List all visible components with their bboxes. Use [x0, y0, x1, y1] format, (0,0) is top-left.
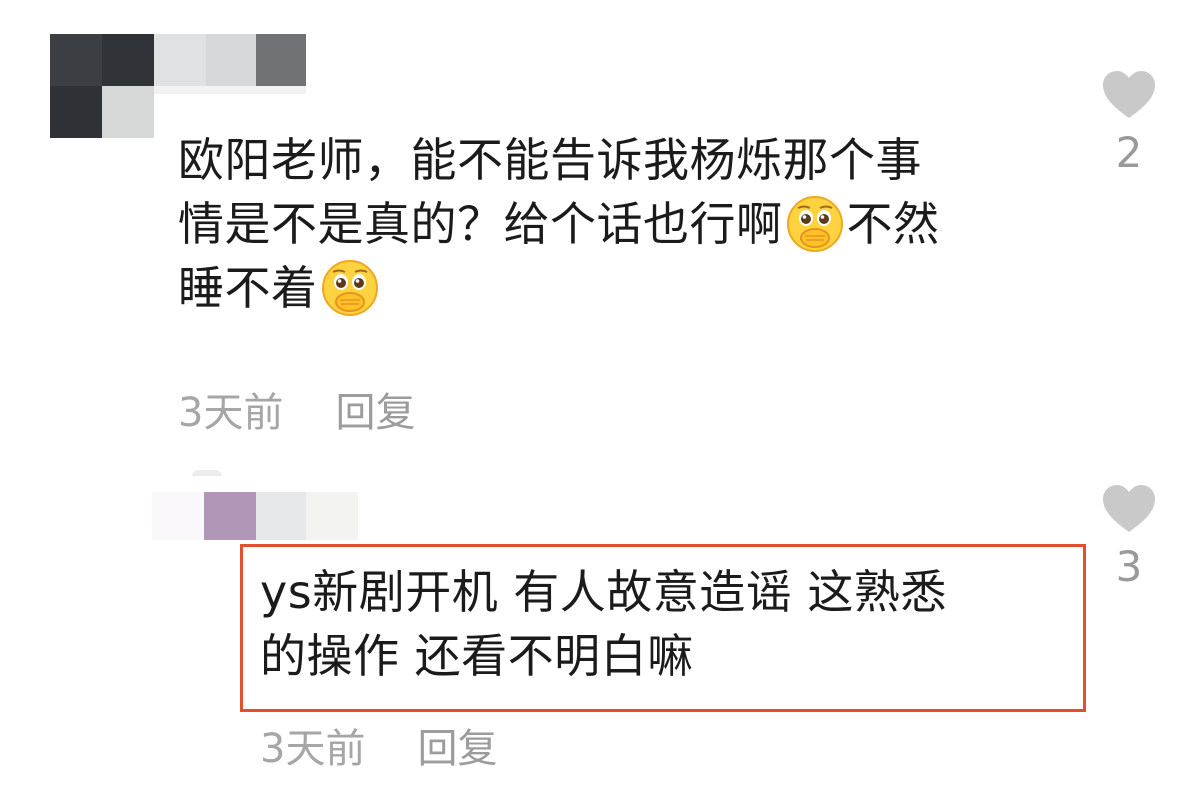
- comment-2-like-count: 3: [1115, 542, 1143, 591]
- comment-1-timestamp: 3天前: [178, 390, 284, 436]
- comment-1-line-3: 睡不着: [178, 256, 1068, 320]
- comment-1-line-3-text: 睡不着: [178, 261, 318, 315]
- comment-2-line-2: 的操作 还看不明白嘛: [260, 629, 694, 683]
- commenter-2-avatar-pixelated[interactable]: [152, 470, 358, 542]
- comment-2-line-1: ys新剧开机 有人故意造谣 这熟悉: [260, 565, 947, 619]
- comment-2-meta: 3天前 回复: [260, 720, 497, 772]
- comment-2-timestamp: 3天前: [260, 726, 366, 772]
- comment-1-line-2: 情是不是真的？给个话也行啊 不然: [178, 192, 1068, 256]
- comment-1-body: 欧阳老师，能不能告诉我杨烁那个事 情是不是真的？给个话也行啊 不然 睡不着: [178, 128, 1068, 320]
- comment-2-body: ys新剧开机 有人故意造谣 这熟悉 的操作 还看不明白嘛: [260, 560, 1070, 688]
- shy-pleading-face-emoji-icon: [320, 258, 380, 318]
- comment-2-reply-button[interactable]: 回复: [417, 716, 497, 774]
- comment-1-meta: 3天前 回复: [178, 384, 415, 436]
- comment-1-line-2-text: 情是不是真的？给个话也行啊: [178, 197, 783, 251]
- comment-1-reply-button[interactable]: 回复: [335, 380, 415, 438]
- comment-1-like-count: 2: [1115, 128, 1143, 177]
- comment-1-line-2-tail: 不然: [846, 197, 940, 251]
- comment-2-like-button[interactable]: 3: [1094, 484, 1164, 590]
- comment-thread: 欧阳老师，能不能告诉我杨烁那个事 情是不是真的？给个话也行啊 不然 睡不着 3天…: [0, 0, 1200, 798]
- commenter-1-avatar-pixelated[interactable]: [50, 34, 306, 138]
- shy-pleading-face-emoji-icon: [785, 194, 845, 254]
- heart-icon: [1103, 71, 1155, 118]
- comment-1-line-1: 欧阳老师，能不能告诉我杨烁那个事: [178, 133, 922, 187]
- heart-icon: [1103, 485, 1155, 532]
- comment-1-like-button[interactable]: 2: [1094, 70, 1164, 176]
